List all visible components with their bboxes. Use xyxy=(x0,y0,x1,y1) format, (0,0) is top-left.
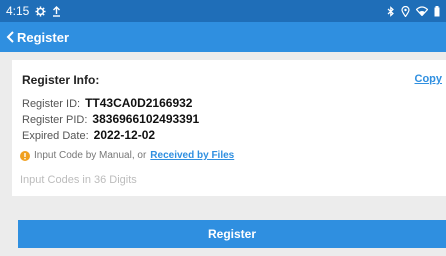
register-info-card: Register Info: Copy Register ID: TT43CA0… xyxy=(12,60,446,196)
code-input[interactable] xyxy=(12,168,446,192)
upload-icon xyxy=(52,5,61,17)
battery-icon xyxy=(434,5,440,17)
status-bar: 4:15 xyxy=(0,0,446,22)
input-hint: Input Code by Manual, or Received by File… xyxy=(20,150,234,161)
received-by-files-link[interactable]: Received by Files xyxy=(150,150,234,161)
chevron-left-icon xyxy=(6,30,15,44)
settings-gear-icon xyxy=(35,5,46,17)
app-bar: Register xyxy=(0,22,446,52)
status-time: 4:15 xyxy=(6,4,30,18)
hint-text: Input Code by Manual, or xyxy=(34,150,147,161)
bluetooth-icon xyxy=(387,5,395,17)
page-title: Register xyxy=(17,29,70,45)
expired-date-value: 2022-12-02 xyxy=(93,128,156,142)
register-id-value: TT43CA0D2166932 xyxy=(85,96,193,110)
expired-date-label: Expired Date: xyxy=(22,130,89,142)
register-id-row: Register ID: TT43CA0D2166932 xyxy=(22,96,192,110)
back-button[interactable]: Register xyxy=(6,30,69,45)
register-id-label: Register ID: xyxy=(22,98,81,110)
wifi-icon xyxy=(416,6,428,16)
register-info-title: Register Info: xyxy=(22,73,100,87)
register-button[interactable]: Register xyxy=(18,220,446,248)
copy-link[interactable]: Copy xyxy=(415,73,443,85)
info-warning-icon xyxy=(20,150,30,161)
location-icon xyxy=(401,5,410,17)
register-pid-value: 3836966102493391 xyxy=(92,112,200,126)
expired-date-row: Expired Date: 2022-12-02 xyxy=(22,128,155,142)
register-pid-row: Register PID: 3836966102493391 xyxy=(22,112,199,126)
register-pid-label: Register PID: xyxy=(22,114,88,126)
